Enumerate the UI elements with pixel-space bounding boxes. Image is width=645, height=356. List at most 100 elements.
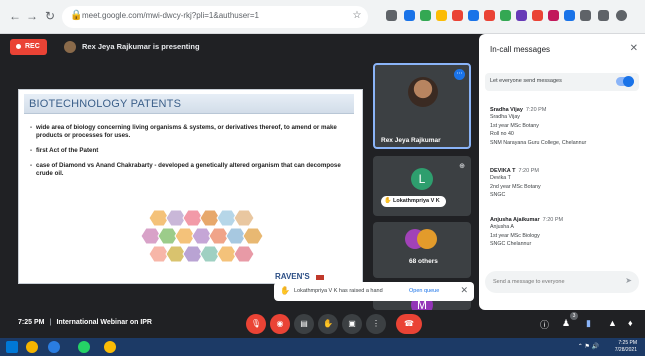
message-time: 7:20 PM	[518, 168, 539, 174]
message-line: Devika T	[490, 175, 511, 181]
meeting-time: 7:25 PM	[18, 319, 45, 326]
url-text[interactable]: meet.google.com/mwi-dwcy-rkj?pli=1&authu…	[82, 11, 352, 20]
camera-off-icon[interactable]: ◉	[270, 314, 290, 334]
presenter-chip: Rex Jeya Rajkumar is presenting	[64, 39, 200, 55]
rec-label: REC	[25, 43, 40, 50]
people-icon[interactable]: ♟	[562, 318, 570, 329]
extension-icon[interactable]	[468, 10, 479, 21]
extension-icon[interactable]	[386, 10, 397, 21]
chrome-icon[interactable]	[104, 341, 116, 353]
windows-start-icon[interactable]	[6, 341, 18, 353]
slide-bullet: wide area of biology concerning living o…	[30, 124, 356, 139]
message-time: 7:20 PM	[525, 107, 547, 113]
chat-message: Anjusha Ajaikumar 7:20 PM Anjusha A 1st y…	[490, 217, 635, 249]
slide-footer-logo: RAVEN'S	[275, 272, 310, 281]
raise-hand-icon[interactable]: ✋	[318, 314, 338, 334]
slide-footer-mark	[316, 275, 324, 280]
raised-hand-toast: ✋ Lokathmpriya V K has raised a hand Ope…	[274, 282, 474, 301]
close-icon[interactable]: ✕	[630, 43, 638, 54]
people-count-badge: 3	[570, 312, 578, 320]
message-line: Sradha Vijay	[490, 114, 520, 120]
extension-icon[interactable]	[420, 10, 431, 21]
extension-icon[interactable]	[532, 10, 543, 21]
separator: |	[49, 319, 52, 326]
others-count: 68 others	[409, 258, 438, 265]
browser-toolbar: ← → ↻ 🔒 meet.google.com/mwi-dwcy-rkj?pli…	[0, 0, 645, 34]
presenting-label: Rex Jeya Rajkumar is presenting	[82, 42, 200, 51]
extension-icon[interactable]	[500, 10, 511, 21]
participant-name-text: Lokathmpriya V K	[393, 198, 440, 204]
system-tray-icons: ⌃ ⚑ 🔊	[577, 344, 599, 350]
windows-taskbar: ⌃ ⚑ 🔊 7:25 PM 7/28/2021	[0, 338, 645, 356]
extension-icon[interactable]	[548, 10, 559, 21]
mic-off-icon[interactable]: 🎙	[246, 314, 266, 334]
toggle-label: Let everyone send messages	[490, 78, 562, 84]
more-options-icon[interactable]: ⋮	[366, 314, 386, 334]
open-queue-link[interactable]: Open queue	[409, 288, 439, 294]
record-dot-icon	[16, 43, 21, 49]
avatar-stack	[405, 229, 439, 249]
raised-hand-icon: ✋	[280, 286, 290, 295]
reload-icon[interactable]: ↻	[43, 9, 57, 23]
star-icon[interactable]: ☆	[350, 9, 364, 23]
toast-text: Lokathmpriya V K has raised a hand	[294, 288, 383, 294]
message-line: 1st year MSc Botany	[490, 122, 539, 129]
message-line: 2nd year MSc Botany	[490, 183, 541, 190]
meeting-controls: 7:25 PM | International Webinar on IPR 🎙 ◉…	[0, 310, 645, 338]
lock-icon: 🔒	[70, 10, 83, 21]
message-time: 7:20 PM	[542, 217, 564, 223]
activities-icon[interactable]: ▲	[608, 318, 617, 328]
host-controls-icon[interactable]: ♦	[628, 318, 633, 328]
file-explorer-icon[interactable]	[26, 341, 38, 353]
message-line: SNM Narayana Guru College, Chelannur	[490, 139, 587, 146]
taskbar-time: 7:25 PM	[618, 340, 637, 346]
meeting-info: 7:25 PM | International Webinar on IPR	[18, 319, 152, 326]
toggle-knob	[623, 76, 634, 87]
chat-composer: ➤	[485, 271, 639, 293]
avatar: L	[411, 168, 433, 190]
chat-icon[interactable]: ▮	[586, 318, 591, 329]
extension-icon[interactable]	[580, 10, 591, 21]
extension-icon[interactable]	[564, 10, 575, 21]
extension-icon[interactable]	[404, 10, 415, 21]
close-icon[interactable]: ✕	[460, 285, 468, 296]
allow-messages-toggle[interactable]	[616, 76, 634, 87]
taskbar-clock[interactable]: 7:25 PM 7/28/2021	[615, 340, 637, 354]
extension-icon[interactable]	[516, 10, 527, 21]
meeting-title: International Webinar on IPR	[56, 319, 152, 326]
info-icon[interactable]: ⓘ	[540, 318, 549, 331]
participant-name: Rex Jeya Rajkumar	[381, 137, 441, 144]
extensions-puzzle-icon[interactable]	[598, 10, 609, 21]
slide-bullet: case of Diamond vs Anand Chakrabarty - d…	[30, 162, 356, 177]
captions-icon[interactable]: ▤	[294, 314, 314, 334]
chat-message: Sradha Vijay 7:20 PM Sradha Vijay 1st yea…	[490, 107, 635, 147]
more-options-icon[interactable]: ⋯	[454, 69, 465, 80]
mic-off-icon: ⊕	[459, 163, 465, 170]
extension-icon[interactable]	[436, 10, 447, 21]
chat-panel-title: In-call messages	[490, 45, 551, 54]
presentation-slide: BIOTECHNOLOGY PATENTS wide area of biolo…	[18, 89, 363, 284]
address-bar[interactable]: 🔒 meet.google.com/mwi-dwcy-rkj?pli=1&aut…	[62, 6, 368, 28]
slide-title: BIOTECHNOLOGY PATENTS	[24, 94, 354, 114]
profile-avatar[interactable]	[616, 10, 627, 21]
honeycomb-illustration	[140, 209, 264, 263]
send-icon[interactable]: ➤	[625, 276, 632, 285]
participant-tile[interactable]: 68 others	[373, 222, 471, 278]
extension-icon[interactable]	[484, 10, 495, 21]
forward-icon[interactable]: →	[25, 9, 39, 23]
chat-permission-row: Let everyone send messages	[485, 73, 639, 91]
whatsapp-icon[interactable]	[78, 341, 90, 353]
chat-input[interactable]	[493, 276, 613, 288]
present-screen-icon[interactable]: ▣	[342, 314, 362, 334]
participant-tile[interactable]: ⋯ Rex Jeya Rajkumar	[373, 63, 471, 149]
recording-badge: REC	[10, 39, 47, 55]
extension-icon[interactable]	[452, 10, 463, 21]
back-icon[interactable]: ←	[8, 9, 22, 23]
participant-tile[interactable]: ⊕ L ✋ Lokathmpriya V K	[373, 156, 471, 216]
taskbar-date: 7/28/2021	[614, 347, 637, 353]
end-call-button[interactable]: ☎	[396, 314, 422, 334]
message-line: Roll no 40	[490, 131, 514, 137]
edge-icon[interactable]	[48, 341, 60, 353]
message-line: 1st year MSc Biology	[490, 232, 540, 239]
avatar	[417, 229, 437, 249]
